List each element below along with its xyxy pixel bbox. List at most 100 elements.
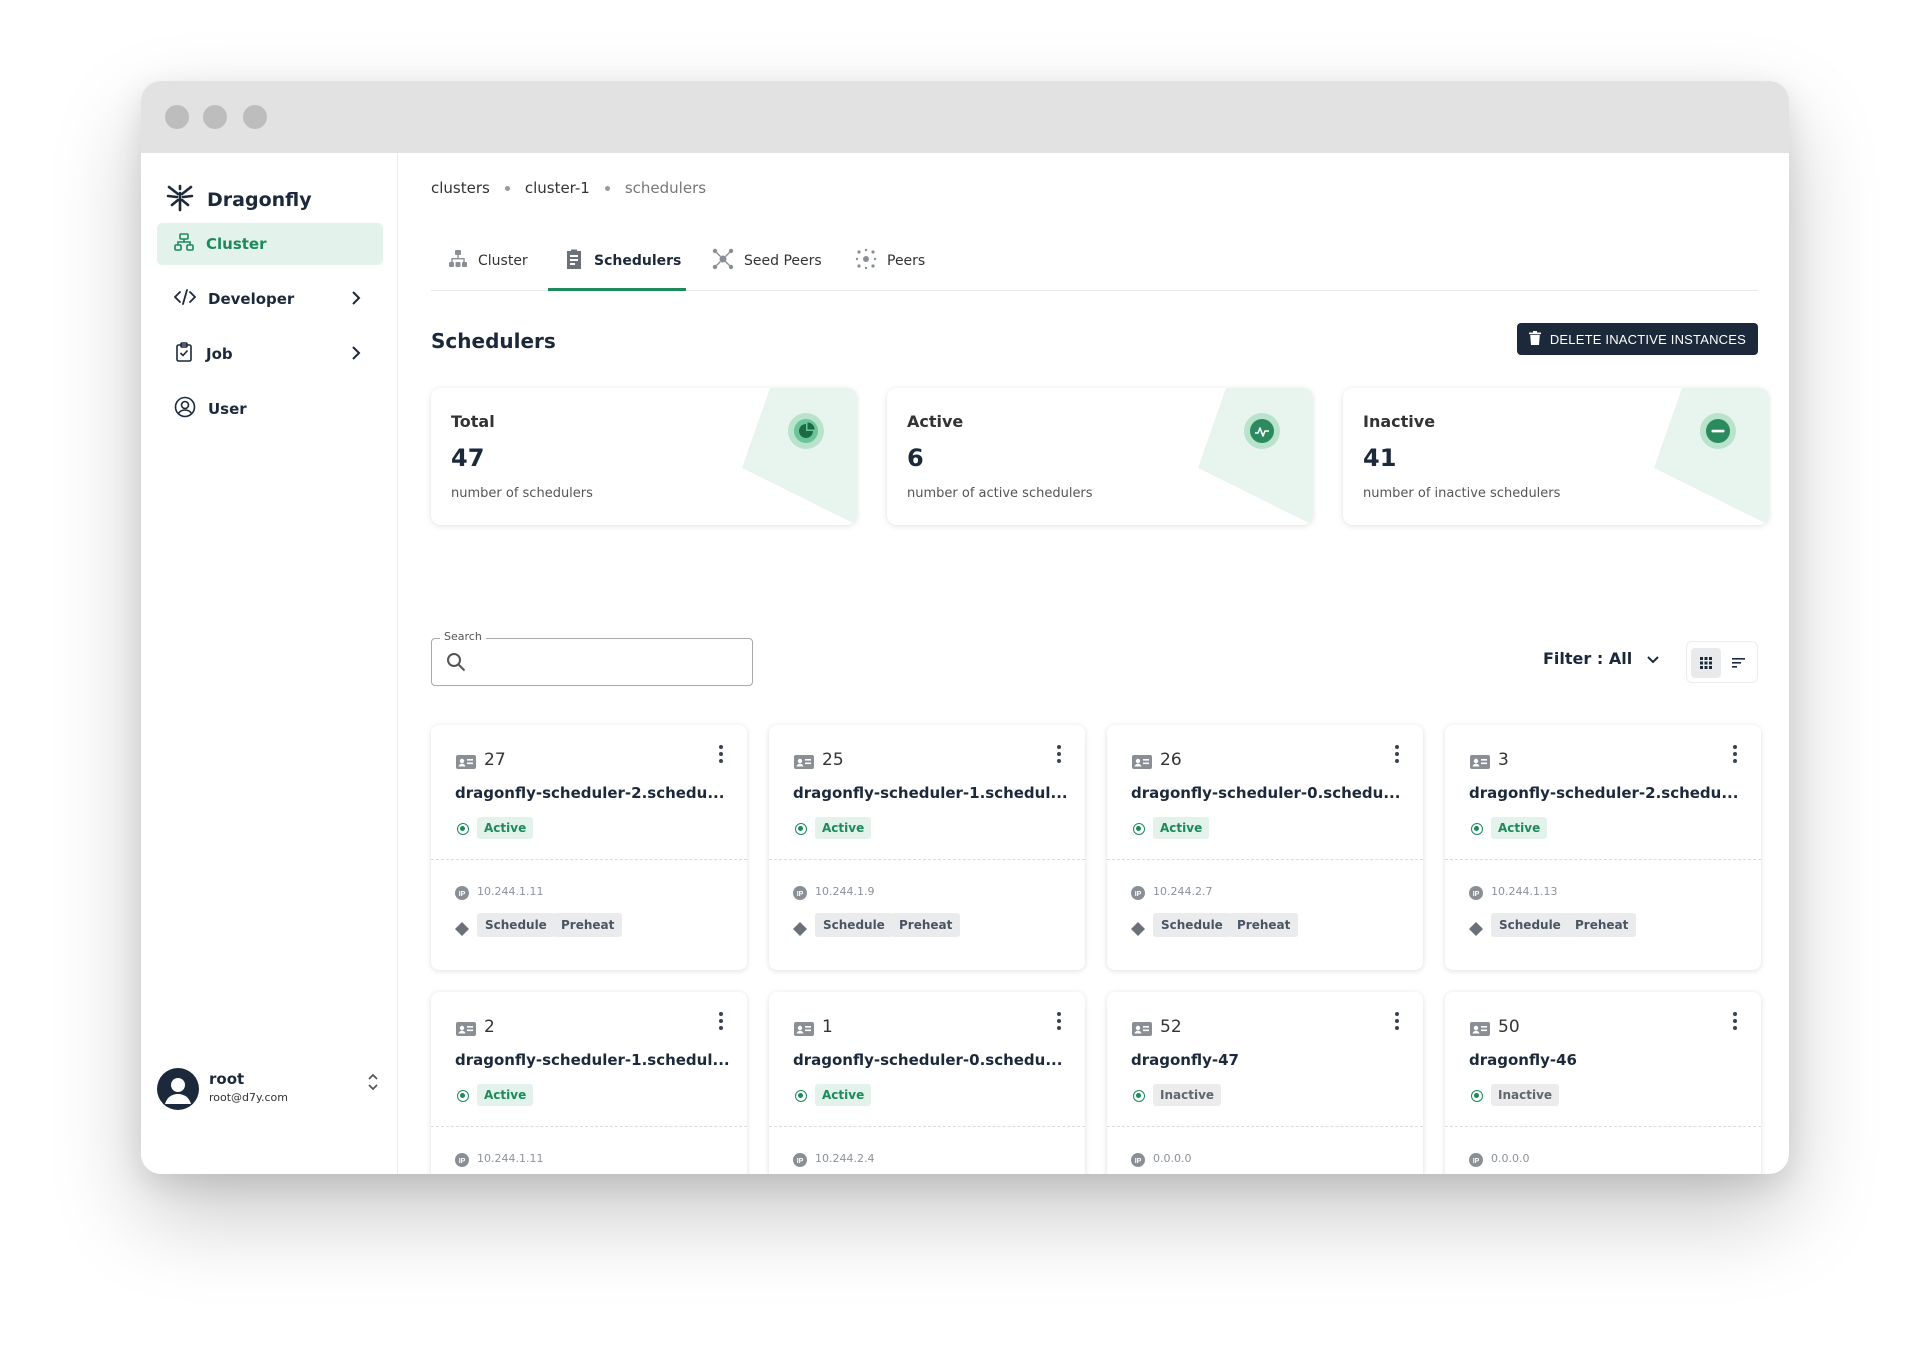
tab-peers[interactable]: Peers [855, 231, 925, 291]
scheduler-hostname[interactable]: dragonfly-scheduler-0.schedu... [793, 1051, 1062, 1069]
filter-dropdown[interactable]: Filter : All [1543, 649, 1660, 668]
card-header: 25 dragonfly-scheduler-1.schedul... Active [769, 725, 1085, 860]
expand-collapse-icon[interactable] [367, 1072, 379, 1096]
brand[interactable]: Dragonfly [165, 183, 312, 217]
id-card-icon [456, 754, 476, 774]
stat-subtitle: number of schedulers [451, 486, 593, 501]
more-vertical-icon[interactable] [1395, 745, 1399, 767]
user-circle-icon [174, 396, 196, 422]
card-header: 3 dragonfly-scheduler-2.schedu... Active [1445, 725, 1761, 860]
status-badge: Inactive [1153, 1084, 1222, 1106]
feature-tag: Preheat [553, 913, 623, 937]
scheduler-hostname[interactable]: dragonfly-47 [1131, 1051, 1239, 1069]
tag-icon [455, 921, 469, 940]
scheduler-hostname[interactable]: dragonfly-scheduler-1.schedul... [793, 784, 1068, 802]
feature-tag: Preheat [1567, 913, 1637, 937]
svg-text:IP: IP [797, 891, 804, 898]
search-icon [446, 652, 466, 676]
window-maximize-dot[interactable] [243, 105, 267, 129]
user-email: root@d7y.com [209, 1091, 288, 1104]
sidebar-item-cluster[interactable]: Cluster [157, 223, 383, 265]
seed-peers-icon [712, 248, 734, 274]
scheduler-hostname[interactable]: dragonfly-46 [1469, 1051, 1577, 1069]
breadcrumb-cluster[interactable]: cluster-1 [525, 179, 590, 197]
scheduler-card[interactable]: 3 dragonfly-scheduler-2.schedu... Active IP… [1445, 725, 1761, 970]
scheduler-card[interactable]: 52dragonfly-47InactiveIP0.0.0.0ScheduleP… [1107, 992, 1423, 1174]
more-vertical-icon[interactable] [1395, 1012, 1399, 1034]
svg-text:IP: IP [1135, 1158, 1142, 1165]
grid-view-icon[interactable] [1691, 648, 1721, 678]
scheduler-card[interactable]: 25 dragonfly-scheduler-1.schedul... Active… [769, 725, 1085, 970]
scheduler-id: 3 [1498, 750, 1509, 770]
trash-icon [1528, 330, 1541, 348]
scheduler-hostname[interactable]: dragonfly-scheduler-1.schedul... [455, 1051, 730, 1069]
window-minimize-dot[interactable] [203, 105, 227, 129]
scheduler-ip: 10.244.1.11 [477, 885, 544, 898]
card-header: 2 dragonfly-scheduler-1.schedul... Active [431, 992, 747, 1127]
scheduler-ip: 0.0.0.0 [1491, 1152, 1530, 1165]
user-profile[interactable]: root root@d7y.com [157, 1066, 383, 1112]
scheduler-card[interactable]: 26 dragonfly-scheduler-0.schedu... Active I… [1107, 725, 1423, 970]
status-badge: Inactive [1491, 1084, 1560, 1106]
status-badge: Active [815, 1084, 872, 1106]
view-toggle [1686, 641, 1758, 683]
more-vertical-icon[interactable] [719, 1012, 723, 1034]
sidebar-item-label: Cluster [206, 235, 267, 253]
feature-tag: Schedule [477, 913, 555, 937]
window-close-dot[interactable] [165, 105, 189, 129]
scheduler-card[interactable]: 2 dragonfly-scheduler-1.schedul... Active I… [431, 992, 747, 1174]
sidebar-item-developer[interactable]: Developer [157, 278, 383, 320]
activity-icon [1243, 412, 1281, 450]
more-vertical-icon[interactable] [719, 745, 723, 767]
status-badge: Active [477, 817, 534, 839]
tab-cluster[interactable]: Cluster [448, 231, 528, 291]
active-tab-indicator [548, 288, 686, 291]
delete-button-label: DELETE INACTIVE INSTANCES [1549, 331, 1746, 347]
window-titlebar [141, 81, 1789, 153]
scheduler-id: 52 [1160, 1017, 1182, 1037]
chevron-down-icon [1646, 649, 1660, 668]
tab-schedulers[interactable]: Schedulers [564, 231, 681, 291]
dragonfly-logo-icon [165, 183, 195, 217]
chevron-right-icon [351, 345, 361, 365]
delete-inactive-instances-button[interactable]: DELETE INACTIVE INSTANCES [1516, 323, 1758, 355]
more-vertical-icon[interactable] [1057, 745, 1061, 767]
feature-tag: Preheat [891, 913, 961, 937]
sort-list-icon[interactable] [1724, 648, 1754, 678]
scheduler-id: 1 [822, 1017, 833, 1037]
ip-icon: IP [1469, 1152, 1483, 1171]
sidebar: Dragonfly Cluster Developer Job User roo… [141, 153, 398, 1174]
ip-icon: IP [1131, 1152, 1145, 1171]
scheduler-ip: 10.244.2.7 [1153, 885, 1213, 898]
stat-card-active: Active 6 number of active schedulers [887, 388, 1313, 525]
svg-text:IP: IP [1473, 1158, 1480, 1165]
status-badge: Active [815, 817, 872, 839]
breadcrumb-clusters[interactable]: clusters [431, 179, 490, 197]
stat-title: Inactive [1363, 412, 1436, 431]
stat-card-decoration [1198, 388, 1313, 525]
more-vertical-icon[interactable] [1733, 1012, 1737, 1034]
status-dot-icon [1133, 1090, 1145, 1102]
sidebar-item-job[interactable]: Job [157, 333, 383, 375]
cluster-icon [174, 232, 194, 256]
sidebar-item-label: Developer [208, 290, 295, 308]
breadcrumb-separator [604, 185, 610, 191]
scheduler-hostname[interactable]: dragonfly-scheduler-0.schedu... [1131, 784, 1400, 802]
card-header: 50 dragonfly-46 Inactive [1445, 992, 1761, 1127]
scheduler-card[interactable]: 1 dragonfly-scheduler-0.schedu... Active IP… [769, 992, 1085, 1174]
tab-seed-peers[interactable]: Seed Peers [712, 231, 822, 291]
search-input[interactable] [476, 647, 740, 677]
svg-text:IP: IP [459, 891, 466, 898]
app-window: Dragonfly Cluster Developer Job User roo… [141, 81, 1789, 1174]
more-vertical-icon[interactable] [1057, 1012, 1061, 1034]
card-header: 27 dragonfly-scheduler-2.schedu... Active [431, 725, 747, 860]
scheduler-hostname[interactable]: dragonfly-scheduler-2.schedu... [1469, 784, 1738, 802]
scheduler-ip: 10.244.2.4 [815, 1152, 875, 1165]
scheduler-card[interactable]: 27 dragonfly-scheduler-2.schedu... Active I… [431, 725, 747, 970]
scheduler-card[interactable]: 50dragonfly-46InactiveIP0.0.0.0ScheduleP… [1445, 992, 1761, 1174]
more-vertical-icon[interactable] [1733, 745, 1737, 767]
svg-text:IP: IP [1473, 891, 1480, 898]
scheduler-hostname[interactable]: dragonfly-scheduler-2.schedu... [455, 784, 724, 802]
user-name: root [209, 1070, 245, 1088]
sidebar-item-user[interactable]: User [157, 388, 383, 430]
